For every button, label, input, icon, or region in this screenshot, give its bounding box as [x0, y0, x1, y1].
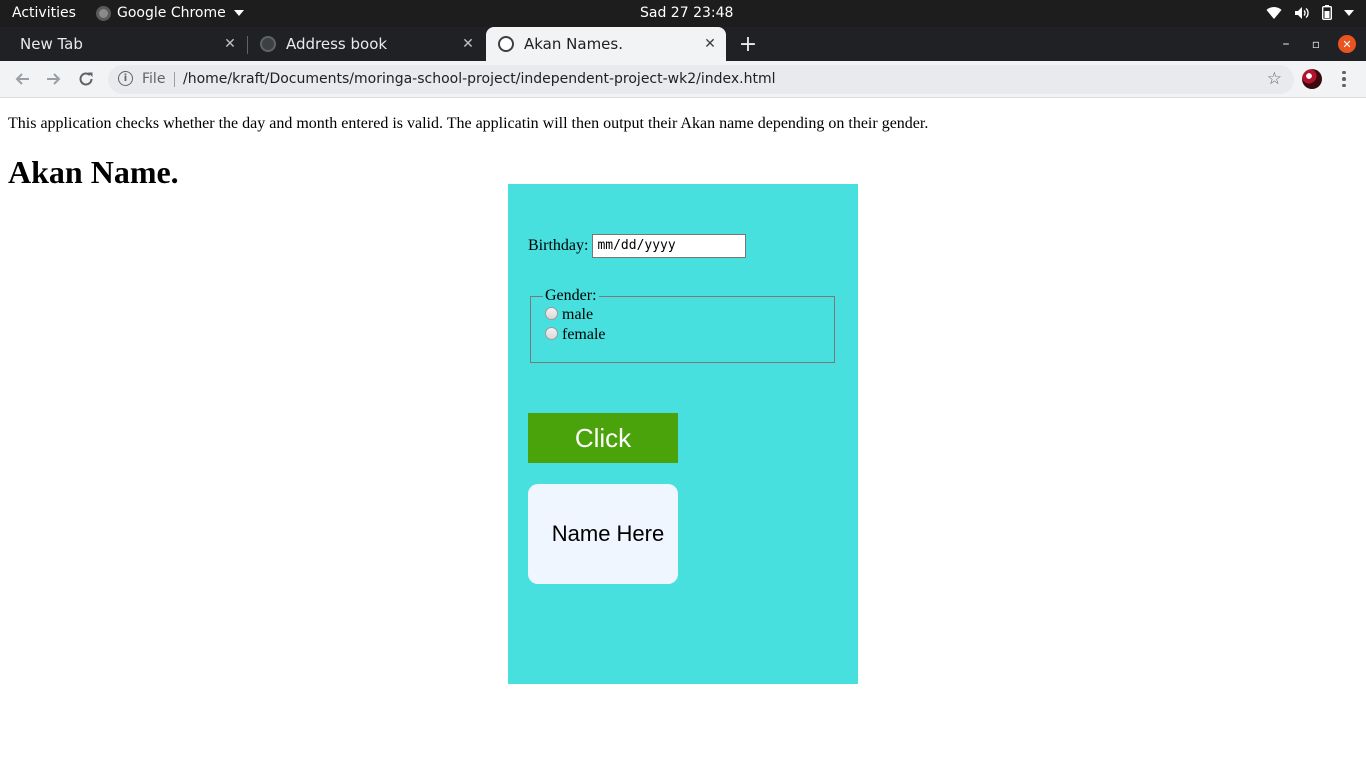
app-menu-label: Google Chrome	[117, 5, 226, 21]
volume-icon	[1294, 6, 1310, 20]
back-button[interactable]	[10, 67, 34, 91]
info-icon[interactable]: i	[118, 71, 133, 86]
page-content: This application checks whether the day …	[0, 99, 1366, 768]
tab-address-book[interactable]: Address book ✕	[248, 27, 484, 61]
new-tab-button[interactable]: +	[736, 32, 760, 57]
divider	[174, 72, 175, 87]
globe-icon	[498, 36, 514, 52]
tab-akan-names[interactable]: Akan Names. ✕	[486, 27, 726, 61]
gender-fieldset: Gender: male female	[530, 287, 835, 363]
window-close-button[interactable]: ✕	[1338, 35, 1356, 53]
close-icon[interactable]: ✕	[702, 36, 718, 52]
reload-button[interactable]	[74, 67, 98, 91]
scheme-label: File	[142, 71, 166, 87]
akan-form-card: Birthday: mm/dd/yyyy Gender: male female…	[508, 184, 858, 684]
gender-option-male[interactable]: male	[545, 305, 820, 325]
tab-title: Akan Names.	[524, 35, 623, 53]
battery-icon	[1322, 5, 1332, 20]
maximize-button[interactable]: ▫	[1304, 27, 1328, 61]
page-title: Akan Name.	[8, 154, 179, 190]
reload-icon	[79, 72, 93, 86]
system-tray[interactable]	[1266, 5, 1354, 20]
system-top-bar: Activities Google Chrome Sad 27 23:48	[0, 0, 1366, 27]
gender-option-female[interactable]: female	[545, 325, 820, 345]
forward-button[interactable]	[42, 67, 66, 91]
close-icon[interactable]: ✕	[222, 36, 238, 52]
chevron-down-icon	[1344, 9, 1354, 17]
female-label: female	[562, 326, 606, 343]
arrow-right-icon	[47, 73, 61, 85]
intro-text: This application checks whether the day …	[8, 115, 929, 132]
wifi-icon	[1266, 6, 1282, 20]
arrow-left-icon	[15, 73, 29, 85]
tab-new-tab[interactable]: New Tab ✕	[0, 27, 246, 61]
address-bar[interactable]: i File /home/kraft/Documents/moringa-sch…	[108, 65, 1294, 94]
male-label: male	[562, 306, 594, 323]
tab-strip: New Tab ✕ Address book ✕ Akan Names. ✕ +…	[0, 27, 1366, 61]
male-radio[interactable]	[545, 306, 558, 320]
activities-button[interactable]: Activities	[12, 5, 76, 21]
url-text[interactable]: /home/kraft/Documents/moringa-school-pro…	[183, 71, 776, 87]
female-radio[interactable]	[545, 326, 558, 340]
akan-name-output: Name Here	[528, 484, 678, 584]
close-icon[interactable]: ✕	[460, 36, 476, 52]
globe-icon	[260, 36, 276, 52]
browser-toolbar: i File /home/kraft/Documents/moringa-sch…	[0, 61, 1366, 98]
gender-legend: Gender:	[545, 287, 597, 304]
star-icon[interactable]: ☆	[1267, 69, 1282, 89]
tab-title: New Tab	[20, 35, 83, 53]
birthday-label: Birthday:	[528, 237, 589, 254]
profile-avatar[interactable]	[1302, 69, 1322, 89]
more-menu-icon[interactable]	[1336, 67, 1352, 91]
birthday-date-input[interactable]: mm/dd/yyyy	[592, 234, 747, 258]
minimize-button[interactable]: –	[1274, 27, 1298, 61]
tab-title: Address book	[286, 35, 388, 53]
birthday-row: Birthday: mm/dd/yyyy	[528, 234, 747, 258]
submit-button[interactable]: Click	[528, 413, 678, 463]
chevron-down-icon	[233, 10, 244, 16]
chrome-icon	[96, 5, 111, 21]
app-menu[interactable]: Google Chrome	[96, 5, 244, 21]
clock[interactable]: Sad 27 23:48	[640, 5, 733, 21]
